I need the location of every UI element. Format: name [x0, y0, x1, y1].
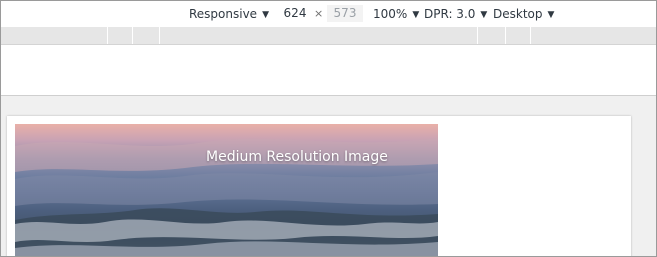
ruler-breakpoint[interactable] — [477, 27, 478, 44]
device-mode-dropdown[interactable]: Responsive ▼ — [189, 6, 269, 22]
ruler-breakpoint[interactable] — [505, 27, 506, 44]
ruler-breakpoint[interactable] — [107, 27, 108, 44]
ruler-breakpoint[interactable] — [530, 27, 531, 44]
hero-image: Medium Resolution Image — [15, 124, 438, 256]
zoom-label: 100% — [373, 7, 408, 21]
chevron-down-icon: ▼ — [412, 10, 420, 20]
devtools-device-emulation: Responsive ▼ 624 × 573 100% ▼ DPR: 3.0 ▼ De… — [0, 0, 657, 257]
dpr-dropdown[interactable]: DPR: 3.0 ▼ — [424, 6, 487, 22]
ruler-spacer — [1, 45, 656, 96]
emulated-viewport: Medium Resolution Image — [7, 116, 631, 256]
chevron-down-icon: ▼ — [262, 10, 269, 20]
media-query-ruler[interactable] — [1, 27, 656, 45]
zoom-dropdown[interactable]: 100% ▼ — [373, 6, 419, 22]
device-mode-label: Responsive — [189, 7, 258, 21]
device-toolbar: Responsive ▼ 624 × 573 100% ▼ DPR: 3.0 ▼ De… — [1, 1, 656, 27]
ruler-breakpoint[interactable] — [159, 27, 160, 44]
landscape-photo — [15, 138, 438, 256]
dpr-label: DPR: 3.0 — [424, 7, 476, 21]
width-input[interactable]: 624 — [277, 5, 313, 22]
hero-title: Medium Resolution Image — [206, 149, 388, 165]
device-type-dropdown[interactable]: Desktop ▼ — [493, 6, 554, 22]
chevron-down-icon: ▼ — [480, 10, 488, 20]
height-input[interactable]: 573 — [327, 5, 363, 22]
emulation-canvas: Medium Resolution Image — [1, 96, 656, 256]
ruler-breakpoint[interactable] — [132, 27, 133, 44]
dimension-separator: × — [314, 7, 324, 20]
device-type-label: Desktop — [493, 7, 543, 21]
chevron-down-icon: ▼ — [547, 10, 555, 20]
